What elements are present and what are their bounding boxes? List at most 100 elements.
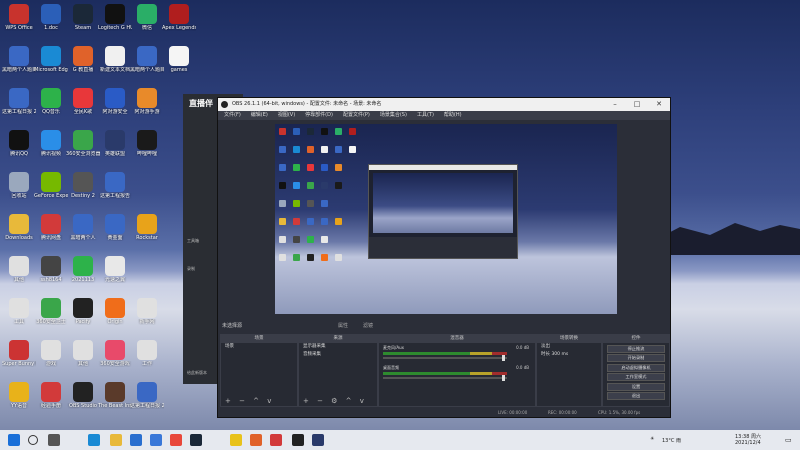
desktop-icon[interactable]: 腾讯视频: [34, 128, 68, 162]
store-icon[interactable]: [150, 434, 162, 446]
volume-slider[interactable]: [383, 357, 507, 359]
stop-streaming-button[interactable]: 停止推流: [607, 344, 665, 353]
app-taskbar-icon[interactable]: [270, 434, 282, 446]
desktop-icon[interactable]: 2021113: [66, 254, 100, 288]
app-taskbar-icon[interactable]: [312, 434, 324, 446]
edge-taskbar-icon[interactable]: [88, 434, 100, 446]
scene-controls[interactable]: + − ^ v: [221, 397, 297, 406]
close-icon[interactable]: ✕: [648, 98, 670, 111]
mail-icon[interactable]: [130, 434, 142, 446]
desktop-icon[interactable]: WPS Office: [2, 2, 36, 36]
desktop-icon[interactable]: 光速之翼: [98, 254, 132, 288]
exit-button[interactable]: 退出: [607, 392, 665, 400]
tools-label[interactable]: 工具箱: [187, 238, 199, 244]
desktop-icon[interactable]: YY语音: [2, 380, 36, 414]
obs-titlebar[interactable]: OBS 26.1.1 (64-bit, windows) - 配置文件: 未命名…: [218, 98, 670, 111]
desktop-icon[interactable]: 腾讯网盘: [34, 212, 68, 246]
menu-item[interactable]: 停靠部件(D): [305, 111, 333, 120]
desktop-icon[interactable]: 游戏: [34, 338, 68, 372]
app-taskbar-icon[interactable]: [230, 434, 242, 446]
desktop-icon[interactable]: Downloads: [2, 212, 36, 246]
desktop-icon[interactable]: 其他: [2, 254, 36, 288]
desktop-icon[interactable]: games: [162, 44, 196, 78]
desktop-icon[interactable]: 黄金面: [98, 212, 132, 246]
desktop-icon[interactable]: Microsoft Edge: [34, 44, 68, 78]
desktop-icon[interactable]: 新手网: [130, 296, 164, 330]
desktop-icon[interactable]: Destiny 2: [66, 170, 100, 204]
source-controls[interactable]: + − ⚙ ^ v: [299, 397, 377, 406]
mixer-channel[interactable]: 麦克风/Aux 0.0 dB: [383, 345, 531, 363]
obs-window[interactable]: OBS 26.1.1 (64-bit, windows) - 配置文件: 未命名…: [217, 97, 671, 418]
menu-item[interactable]: 视图(V): [278, 111, 295, 120]
studio-mode-button[interactable]: 工作室模式: [607, 373, 665, 381]
desktop-icon[interactable]: 黑暗两个人: [66, 212, 100, 246]
desktop-icon[interactable]: 工作: [130, 338, 164, 372]
volume-slider-handle[interactable]: [502, 355, 505, 361]
menu-item[interactable]: 场景集合(S): [380, 111, 407, 120]
desktop-icon[interactable]: 阿对游安全: [98, 86, 132, 120]
volume-slider-handle[interactable]: [502, 375, 505, 381]
file-explorer-icon[interactable]: [110, 434, 122, 446]
desktop-icon[interactable]: QQ音乐: [34, 86, 68, 120]
clock-date[interactable]: 2021/12/4: [735, 440, 761, 446]
desktop-icon[interactable]: 360安全游戏: [98, 338, 132, 372]
scene-item[interactable]: 场景: [221, 343, 297, 351]
desktop-icon[interactable]: 全民K歌: [66, 86, 100, 120]
desktop-icon[interactable]: 阿对游手游: [130, 86, 164, 120]
menu-item[interactable]: 编辑(E): [251, 111, 268, 120]
steam-taskbar-icon[interactable]: [190, 434, 202, 446]
notification-icon[interactable]: ▭: [785, 436, 792, 444]
desktop-icon[interactable]: ssh8164: [34, 254, 68, 288]
desktop-icon[interactable]: 工具: [2, 296, 36, 330]
desktop-icon[interactable]: 腾讯QQ: [2, 128, 36, 162]
virtual-camera-button[interactable]: 启动虚拟摄像机: [607, 363, 665, 372]
desktop-icon[interactable]: OBS Studio: [66, 380, 100, 414]
desktop-icon[interactable]: 360安全浏览器: [66, 128, 100, 162]
desktop-icon[interactable]: 其他: [66, 338, 100, 372]
desktop-icon[interactable]: Super Bunny Ball: [2, 338, 36, 372]
menu-item[interactable]: 帮助(H): [444, 111, 462, 120]
desktop-icon[interactable]: 哔哩哔哩: [130, 128, 164, 162]
desktop-icon[interactable]: 微信: [130, 2, 164, 36]
desktop-icon[interactable]: G 教直播: [66, 44, 100, 78]
start-recording-button[interactable]: 开始录制: [607, 354, 665, 362]
desktop-icon[interactable]: 回收站: [2, 170, 36, 204]
desktop-icon[interactable]: 黑暗两个人题目: [130, 44, 164, 78]
weather-icon[interactable]: ☀: [650, 436, 654, 442]
desktop-icon[interactable]: 新建文本文档: [98, 44, 132, 78]
app-taskbar-icon[interactable]: [250, 434, 262, 446]
duration-input[interactable]: 300 ms: [551, 352, 568, 357]
desktop-icon[interactable]: Rockstar: [130, 212, 164, 246]
source-item[interactable]: 音频采集: [299, 351, 377, 359]
volume-slider[interactable]: [383, 377, 507, 379]
settings-button[interactable]: 设置: [607, 382, 665, 391]
source-item[interactable]: 显示器采集: [299, 343, 377, 351]
weather-text[interactable]: 13°C 雨: [662, 437, 681, 444]
desktop-icon[interactable]: Pacify: [66, 296, 100, 330]
desktop-icon[interactable]: 这第工程日报 20210504: [2, 86, 36, 120]
search-icon[interactable]: [28, 435, 38, 445]
desktop-icon[interactable]: 这第工程日报 20210503: [130, 380, 164, 414]
maximize-icon[interactable]: □: [626, 98, 648, 111]
desktop-icon[interactable]: Apex Legends: [162, 2, 196, 36]
mixer-channel[interactable]: 桌面音频 0.0 dB: [383, 365, 531, 383]
stream-preview[interactable]: [275, 124, 617, 314]
desktop-icon[interactable]: 360安全卫士: [34, 296, 68, 330]
desktop-icon[interactable]: 英雄联盟: [98, 128, 132, 162]
version-label[interactable]: 给此新版本: [187, 370, 207, 376]
minimize-icon[interactable]: –: [604, 98, 626, 111]
menu-item[interactable]: 文件(F): [224, 111, 241, 120]
desktop-icon[interactable]: Origin: [98, 296, 132, 330]
clock-time[interactable]: 13:38 周六: [735, 433, 761, 440]
task-view-icon[interactable]: [48, 434, 60, 446]
desktop-icon[interactable]: 1.doc: [34, 2, 68, 36]
transition-select[interactable]: 淡出: [537, 343, 601, 351]
menu-item[interactable]: 工具(T): [417, 111, 434, 120]
desktop-icon[interactable]: 黑暗两个人题目: [2, 44, 36, 78]
desktop-icon[interactable]: Steam: [66, 2, 100, 36]
desktop-icon[interactable]: 经验手册: [34, 380, 68, 414]
windows-start-icon[interactable]: [8, 434, 20, 446]
chrome-icon[interactable]: [170, 434, 182, 446]
desktop-icon[interactable]: 这第工程报告: [98, 170, 132, 204]
desktop-icon[interactable]: The Beast Inside: [98, 380, 132, 414]
